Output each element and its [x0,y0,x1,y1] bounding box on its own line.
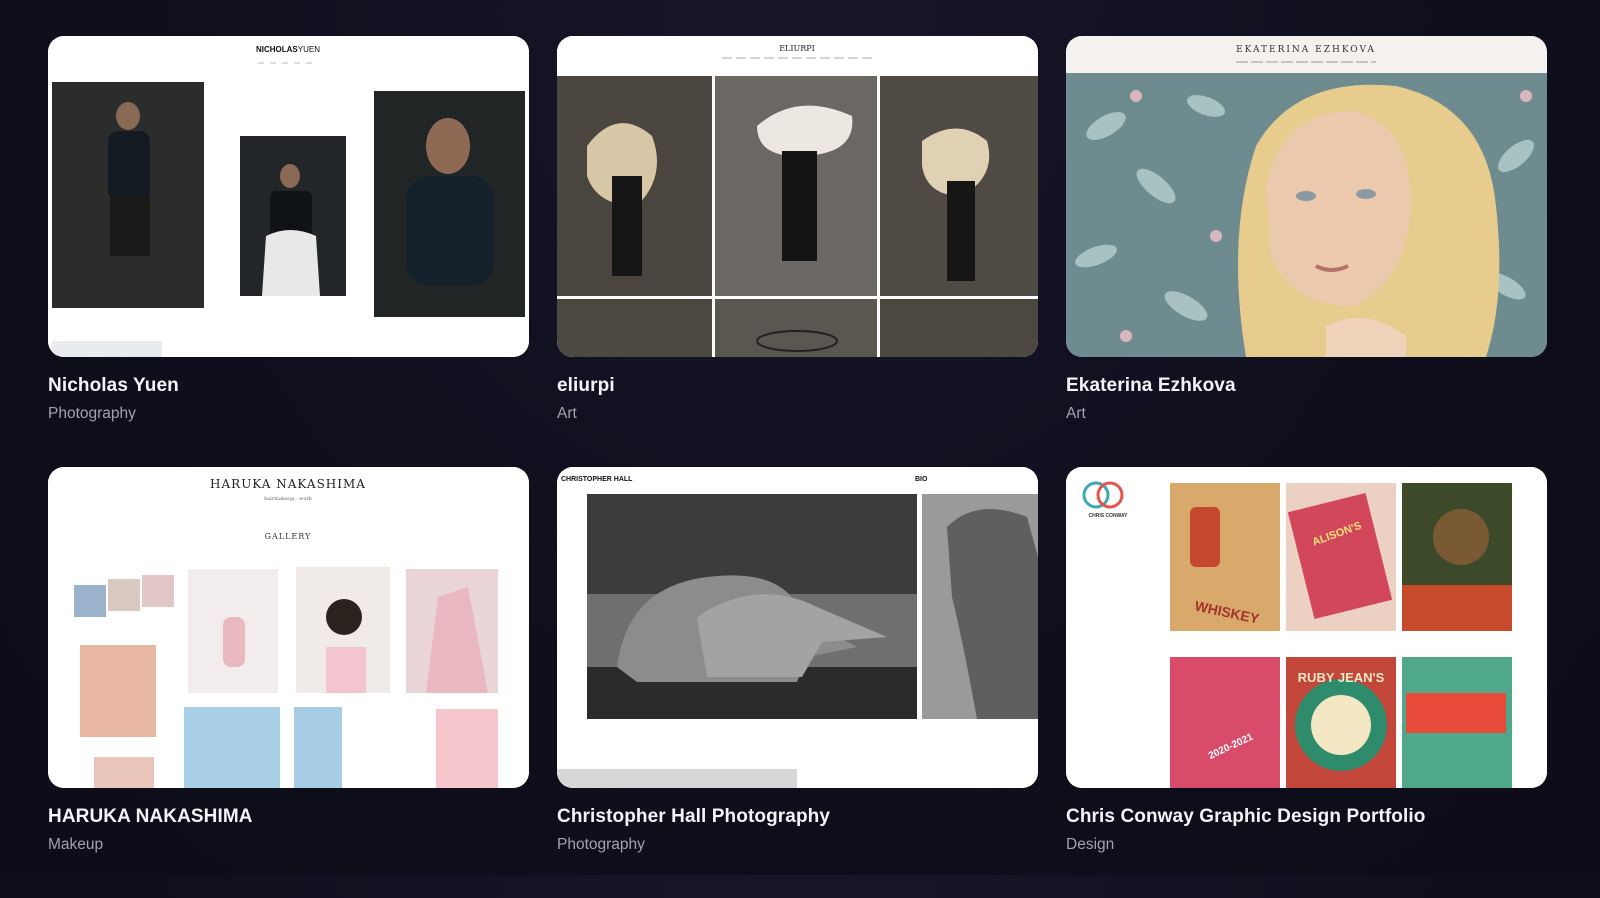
site-logo: CHRISTOPHER HALL [561,476,633,483]
portfolio-card-ekaterina-ezhkova[interactable]: EKATERINA EZHKOVA Ekaterina Ezhkova Art [1066,36,1547,467]
card-category: Art [1066,405,1086,422]
thumbnail-image: NICHOLASYUEN [48,36,529,357]
card-category: Photography [557,836,645,853]
card-title[interactable]: HARUKA NAKASHIMA [48,806,529,828]
portfolio-card-chris-conway[interactable]: CHRIS CONWAY WHISKEY ALISON'S 2020-2021 … [1066,467,1547,898]
portfolio-thumbnail[interactable]: CHRIS CONWAY WHISKEY ALISON'S 2020-2021 … [1066,467,1547,788]
card-title[interactable]: Christopher Hall Photography [557,806,1038,828]
card-title[interactable]: Chris Conway Graphic Design Portfolio [1066,806,1547,828]
thumbnail-image: HARUKA NAKASHIMA hairmakeup · work GALLE… [48,467,529,788]
card-category: Makeup [48,836,104,853]
portfolio-card-haruka-nakashima[interactable]: HARUKA NAKASHIMA hairmakeup · work GALLE… [48,467,529,898]
tile-text: RUBY JEAN'S [1298,670,1385,685]
card-title[interactable]: Nicholas Yuen [48,375,529,397]
svg-text:NICHOLASYUEN: NICHOLASYUEN [256,45,320,54]
site-logo: HARUKA NAKASHIMA [210,477,366,491]
portfolio-thumbnail[interactable]: CHRISTOPHER HALL BIO [557,467,1038,788]
thumbnail-image: EKATERINA EZHKOVA [1066,36,1547,357]
portfolio-thumbnail[interactable]: ELIURPI [557,36,1038,357]
portfolio-thumbnail[interactable]: HARUKA NAKASHIMA hairmakeup · work GALLE… [48,467,529,788]
card-category: Design [1066,836,1115,853]
thumbnail-image: CHRIS CONWAY WHISKEY ALISON'S 2020-2021 … [1066,467,1547,788]
portfolio-thumbnail[interactable]: NICHOLASYUEN [48,36,529,357]
portfolio-card-eliurpi[interactable]: ELIURPI eliurpi Art [557,36,1038,467]
portfolio-card-nicholas-yuen[interactable]: NICHOLASYUEN Nicholas Yuen Photography [48,36,529,467]
site-logo: ELIURPI [779,44,815,53]
site-menu: BIO [915,476,928,483]
site-logo: CHRIS CONWAY [1089,513,1129,519]
portfolio-grid: NICHOLASYUEN Nicholas Yuen Photography E… [48,36,1547,898]
thumbnail-image: CHRISTOPHER HALL BIO [557,467,1038,788]
portfolio-thumbnail[interactable]: EKATERINA EZHKOVA [1066,36,1547,357]
card-title[interactable]: eliurpi [557,375,1038,397]
card-category: Art [557,405,577,422]
site-subtitle: hairmakeup · work [264,496,313,502]
card-title[interactable]: Ekaterina Ezhkova [1066,375,1547,397]
site-logo: EKATERINA EZHKOVA [1236,45,1376,55]
gallery-heading: GALLERY [265,532,312,541]
thumbnail-image: ELIURPI [557,36,1038,357]
card-category: Photography [48,405,136,422]
portfolio-card-christopher-hall[interactable]: CHRISTOPHER HALL BIO Christopher Hall Ph… [557,467,1038,898]
